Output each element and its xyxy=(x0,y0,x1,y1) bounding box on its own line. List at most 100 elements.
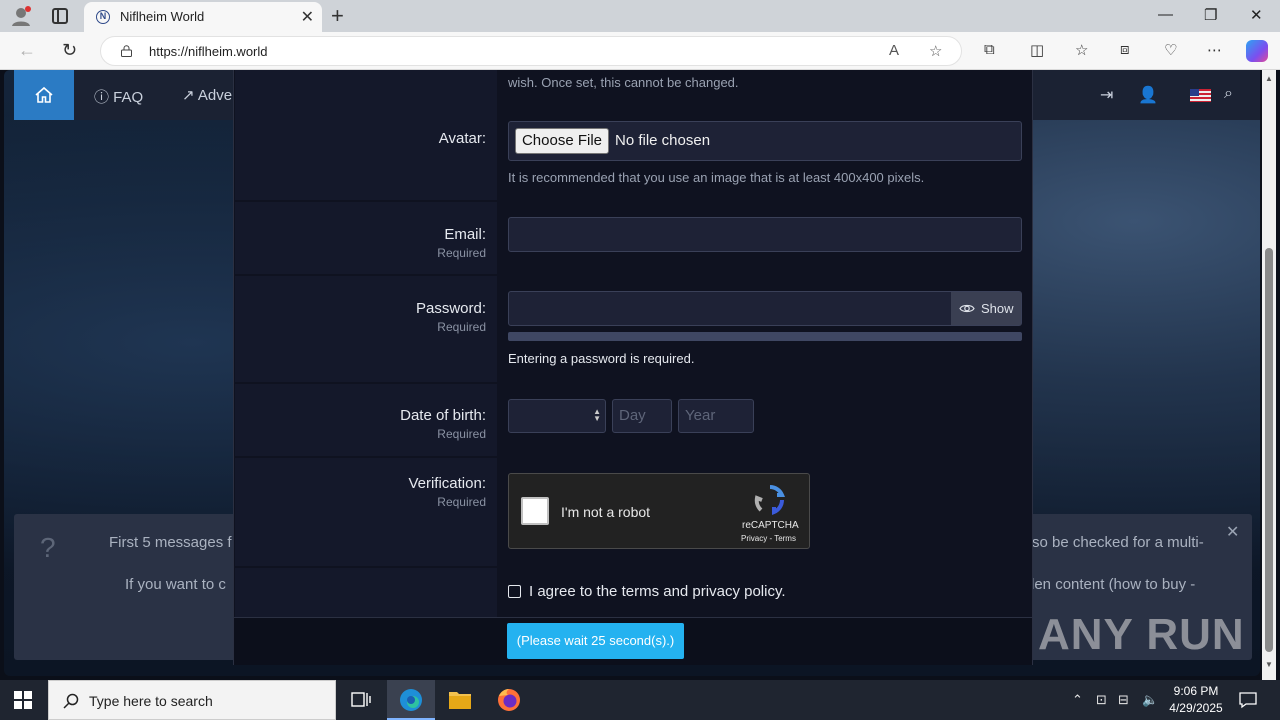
eye-icon xyxy=(959,304,975,313)
scroll-down-icon[interactable]: ▼ xyxy=(1265,660,1273,669)
no-file-text: No file chosen xyxy=(615,132,711,149)
copilot-icon[interactable] xyxy=(1246,40,1268,62)
modal-footer: (Please wait 25 second(s).) xyxy=(234,617,1032,665)
site-favicon-icon: N xyxy=(96,10,110,24)
taskbar-edge[interactable] xyxy=(387,680,435,720)
taskbar-search-placeholder: Type here to search xyxy=(89,693,213,709)
dob-day-input[interactable]: Day xyxy=(612,399,672,433)
minimize-button[interactable]: — xyxy=(1158,6,1173,23)
recaptcha-logo-icon xyxy=(754,485,786,516)
nav-faq[interactable]: ⓘ FAQ xyxy=(94,86,143,107)
notice-text-line1-right: so be checked for a multi- xyxy=(1032,534,1204,551)
folder-icon xyxy=(449,692,471,709)
password-label: Password: xyxy=(415,300,486,317)
favorites-icon[interactable]: ☆ xyxy=(1075,41,1088,59)
notification-icon[interactable] xyxy=(1238,690,1258,710)
restore-button[interactable]: ❐ xyxy=(1204,6,1217,24)
back-icon[interactable]: ← xyxy=(18,40,36,61)
scroll-thumb[interactable] xyxy=(1265,248,1273,652)
close-window-button[interactable]: ✕ xyxy=(1250,6,1263,24)
windows-taskbar: Type here to search ⌃ ⊡ ⊟ 🔈 9:06 PM 4/29… xyxy=(0,680,1280,720)
avatar-file-input[interactable]: Choose File No file chosen xyxy=(508,121,1022,161)
taskbar-firefox[interactable] xyxy=(485,680,533,720)
question-circle-icon: ⓘ xyxy=(94,89,114,106)
password-field[interactable]: Show xyxy=(508,291,1022,326)
notice-text-line2-left: If you want to c xyxy=(125,576,226,593)
recaptcha-links[interactable]: Privacy - Terms xyxy=(741,534,796,543)
show-password-button[interactable]: Show xyxy=(951,292,1021,325)
read-aloud-icon[interactable]: A xyxy=(889,42,899,59)
scroll-up-icon[interactable]: ▲ xyxy=(1265,74,1273,83)
url-text: https://niflheim.world xyxy=(149,44,268,59)
show-label: Show xyxy=(981,301,1014,316)
taskbar-search-box[interactable]: Type here to search xyxy=(48,680,336,720)
email-field[interactable] xyxy=(508,217,1022,252)
email-required: Required xyxy=(437,246,486,260)
task-view-icon xyxy=(351,692,371,707)
dob-year-input[interactable]: Year xyxy=(678,399,754,433)
username-hint: wish. Once set, this cannot be changed. xyxy=(508,75,739,90)
collections-icon[interactable]: ⧈ xyxy=(1120,41,1130,58)
verification-label: Verification: xyxy=(408,475,486,492)
windows-start-icon[interactable] xyxy=(14,691,32,709)
task-view-button[interactable] xyxy=(337,680,385,720)
email-label: Email: xyxy=(444,226,486,243)
browser-tab[interactable]: N Niflheim World ✕ xyxy=(84,2,322,32)
registration-modal: wish. Once set, this cannot be changed. … xyxy=(233,70,1033,665)
url-bar[interactable]: https://niflheim.world A ☆ xyxy=(100,36,962,66)
avatar-hint: It is recommended that you use an image … xyxy=(508,170,925,185)
password-strength-bar xyxy=(508,332,1022,341)
edge-icon xyxy=(400,689,422,711)
favorite-star-icon[interactable]: ☆ xyxy=(929,42,942,60)
notice-text-line1-left: First 5 messages f xyxy=(109,534,232,551)
nav-home-button[interactable] xyxy=(14,70,74,120)
label-column-block xyxy=(235,70,497,106)
new-tab-icon[interactable]: + xyxy=(331,3,344,29)
agree-terms-checkbox[interactable] xyxy=(508,585,521,598)
split-screen-icon[interactable]: ◫ xyxy=(1030,41,1044,59)
us-flag-icon[interactable] xyxy=(1190,89,1211,102)
taskbar-file-explorer[interactable] xyxy=(436,680,484,720)
lock-icon[interactable] xyxy=(121,45,132,57)
firefox-icon xyxy=(498,689,520,711)
extensions-icon[interactable]: ⧉ xyxy=(984,41,995,58)
dob-required: Required xyxy=(437,427,486,441)
clock-date: 4/29/2025 xyxy=(1169,701,1223,715)
register-user-icon[interactable]: 👤 xyxy=(1138,85,1158,105)
choose-file-button[interactable]: Choose File xyxy=(515,128,609,154)
settings-more-icon[interactable]: ⋯ xyxy=(1207,41,1222,59)
home-icon xyxy=(35,86,53,103)
clock-time: 9:06 PM xyxy=(1173,684,1219,698)
nav-advertise[interactable]: ↗ Adve xyxy=(182,86,232,104)
recaptcha-label: I'm not a robot xyxy=(561,504,651,520)
dob-month-select[interactable]: ▲ ▼ xyxy=(508,399,606,433)
recaptcha-widget: I'm not a robot reCAPTCHA Privacy - Term… xyxy=(508,473,810,549)
label-column-block xyxy=(235,106,497,200)
network-icon[interactable]: ⊟ xyxy=(1118,692,1129,708)
tab-title: Niflheim World xyxy=(120,9,205,24)
profile-icon[interactable] xyxy=(10,5,32,27)
taskbar-clock[interactable]: 9:06 PM 4/29/2025 xyxy=(1166,683,1226,717)
agree-terms-label[interactable]: I agree to the terms and privacy policy. xyxy=(529,583,786,600)
page-scrollbar[interactable]: ▲ ▼ xyxy=(1262,70,1276,680)
chart-line-icon: ↗ xyxy=(182,87,198,104)
tab-actions-icon[interactable] xyxy=(52,8,68,24)
register-submit-button[interactable]: (Please wait 25 second(s).) xyxy=(507,623,684,659)
search-icon[interactable]: ⌕ xyxy=(1224,85,1233,103)
login-icon[interactable]: ⇥ xyxy=(1100,85,1113,105)
volume-icon[interactable]: 🔈 xyxy=(1142,692,1158,708)
tray-device-icon[interactable]: ⊡ xyxy=(1096,692,1107,708)
notice-close-icon[interactable]: ✕ xyxy=(1226,522,1239,542)
password-hint: Entering a password is required. xyxy=(508,351,695,366)
address-toolbar: ← ↻ https://niflheim.world A ☆ ⧉ ◫ ☆ ⧈ ♡… xyxy=(0,32,1280,70)
avatar-label: Avatar: xyxy=(438,130,486,147)
anyrun-watermark: ANY RUN xyxy=(1038,610,1245,659)
select-arrows-icon: ▲ ▼ xyxy=(593,407,601,423)
label-column-block xyxy=(235,568,497,617)
recaptcha-brand: reCAPTCHA xyxy=(742,520,799,531)
tab-close-icon[interactable]: ✕ xyxy=(301,7,314,27)
recaptcha-checkbox[interactable] xyxy=(521,497,549,525)
browser-essentials-icon[interactable]: ♡ xyxy=(1164,41,1177,59)
tray-overflow-icon[interactable]: ⌃ xyxy=(1072,692,1083,708)
refresh-icon[interactable]: ↻ xyxy=(62,40,77,61)
